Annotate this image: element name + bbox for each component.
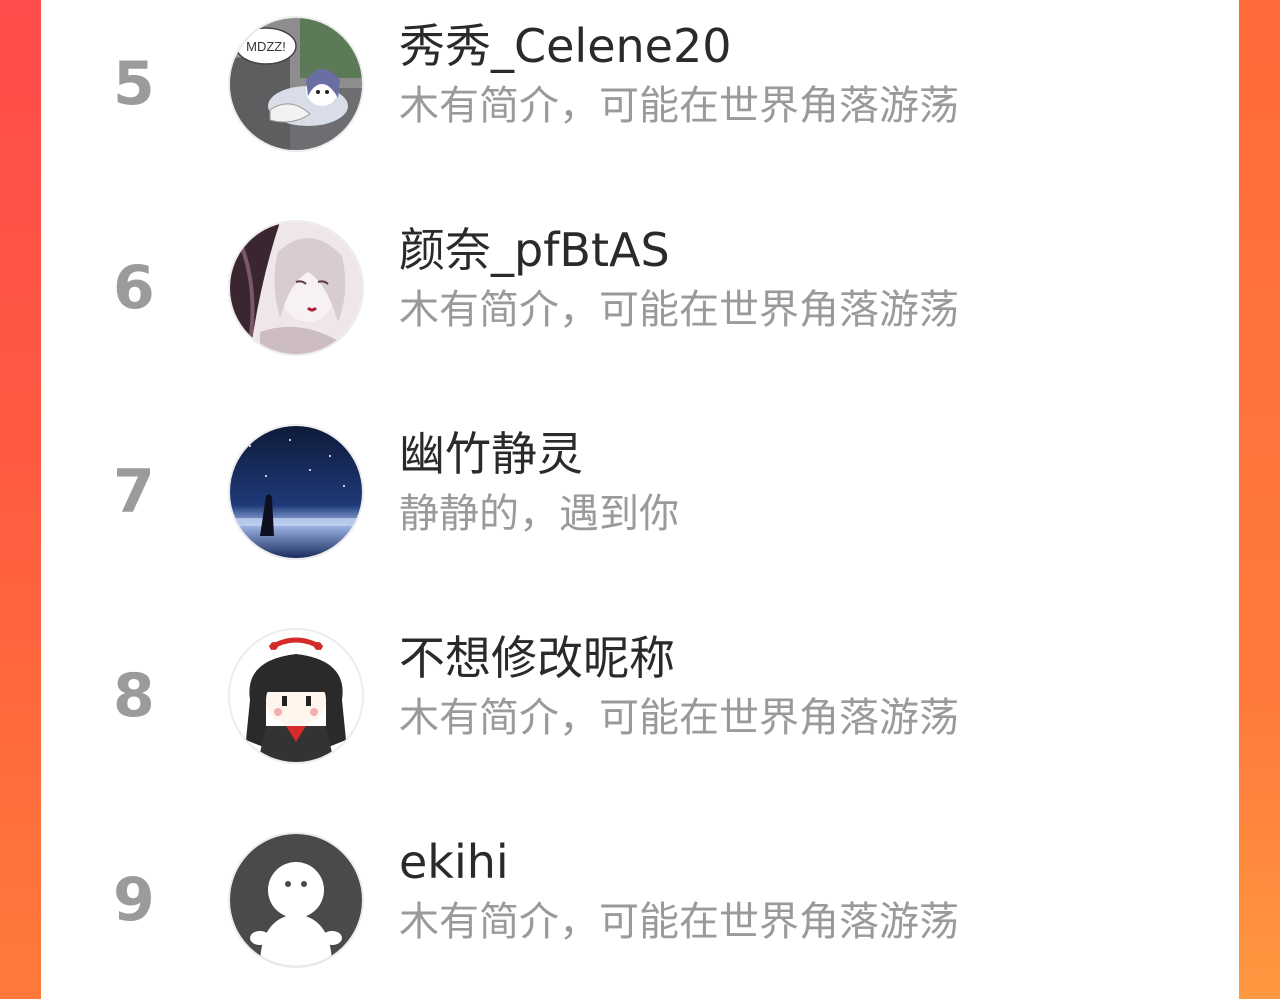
user-avatar[interactable]: [230, 630, 362, 762]
background-edge-right: [1238, 0, 1280, 999]
username[interactable]: ekihi: [399, 832, 509, 892]
rank-number: 7: [113, 457, 155, 527]
user-bio: 木有简介，可能在世界角落游荡: [399, 83, 959, 129]
anime-girl-avatar-image: MDZZ!: [230, 18, 362, 150]
user-bio: 木有简介，可能在世界角落游荡: [399, 287, 959, 333]
user-bio: 静静的，遇到你: [399, 491, 679, 537]
ranking-row[interactable]: 5 MDZZ! 秀秀_Celene20 木有简介，可能在世界角落游荡: [41, 4, 1239, 164]
rank-number: 6: [113, 253, 155, 323]
ranking-row[interactable]: 7 幽竹静灵 静静的，遇到你: [41, 412, 1239, 572]
user-avatar[interactable]: [230, 426, 362, 558]
username[interactable]: 幽竹静灵: [399, 424, 583, 484]
illustrated-portrait-avatar-image: [230, 222, 362, 354]
user-bio: 木有简介，可能在世界角落游荡: [399, 899, 959, 945]
username[interactable]: 不想修改昵称: [399, 628, 675, 688]
rank-number: 5: [113, 49, 155, 119]
username[interactable]: 秀秀_Celene20: [399, 16, 732, 76]
default-user-avatar-image: [230, 834, 362, 966]
ranking-row[interactable]: 9 ekihi 木有简介，可能在世界角落游荡: [41, 820, 1239, 980]
rank-number: 9: [113, 865, 155, 935]
user-avatar[interactable]: [230, 222, 362, 354]
user-bio: 木有简介，可能在世界角落游荡: [399, 695, 959, 741]
chibi-girl-avatar-image: [230, 630, 362, 762]
ranking-row[interactable]: 6 颜奈_pfBtAS 木有简介，可能在世界角落游荡: [41, 208, 1239, 368]
night-sky-silhouette-avatar-image: [230, 426, 362, 558]
user-avatar[interactable]: [230, 834, 362, 966]
rank-number: 8: [113, 661, 155, 731]
user-avatar[interactable]: MDZZ!: [230, 18, 362, 150]
bubble-text: MDZZ!: [246, 39, 286, 54]
ranking-row[interactable]: 8 不想修改昵称 木有简介，可能在世界角落游荡: [41, 616, 1239, 776]
username[interactable]: 颜奈_pfBtAS: [399, 220, 670, 280]
ranking-list-panel: 5 MDZZ! 秀秀_Celene20 木有简介，可能在世界角落游荡 6 颜奈_…: [41, 0, 1239, 999]
